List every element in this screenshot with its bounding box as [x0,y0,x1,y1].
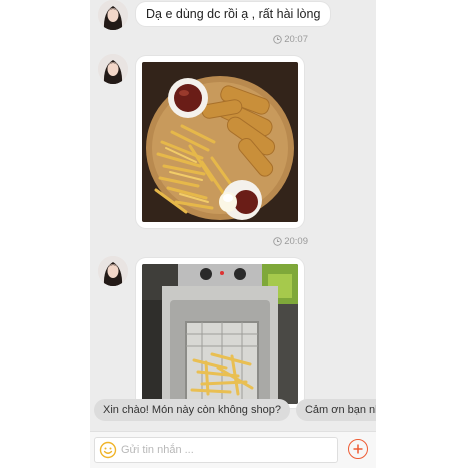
message-timestamp: 20:09 [273,236,308,247]
photo-deep-fryer[interactable] [142,264,298,404]
message-input[interactable]: Gửi tin nhắn ... [94,437,338,463]
sender-avatar[interactable] [98,256,128,286]
message-bubble-text[interactable]: Dạ e dùng dc rồi ạ , rất hài lòng [136,2,331,26]
message-bubble-image[interactable] [136,56,304,228]
input-placeholder: Gửi tin nhắn ... [121,444,194,456]
clock-icon [273,35,282,44]
clock-icon [273,237,282,246]
quick-reply-chip[interactable]: Cảm ơn bạn nh [295,399,376,421]
chat-window: Dạ e dùng dc rồi ạ , rất hài lòng 20:07 [90,0,376,468]
sender-avatar[interactable] [98,0,128,30]
smiley-icon[interactable] [95,437,121,463]
plus-circle-icon[interactable] [348,439,368,459]
message-bubble-image[interactable] [136,258,304,408]
quick-reply-chip[interactable]: Xin chào! Món này còn không shop? [94,399,290,421]
message-text: Dạ e dùng dc rồi ạ , rất hài lòng [146,7,321,21]
quick-replies: Xin chào! Món này còn không shop? Cảm ơn… [90,399,376,425]
message-composer: Gửi tin nhắn ... [90,431,376,468]
photo-fries-platter[interactable] [142,62,298,222]
message-timestamp: 20:07 [273,34,308,45]
sender-avatar[interactable] [98,54,128,84]
